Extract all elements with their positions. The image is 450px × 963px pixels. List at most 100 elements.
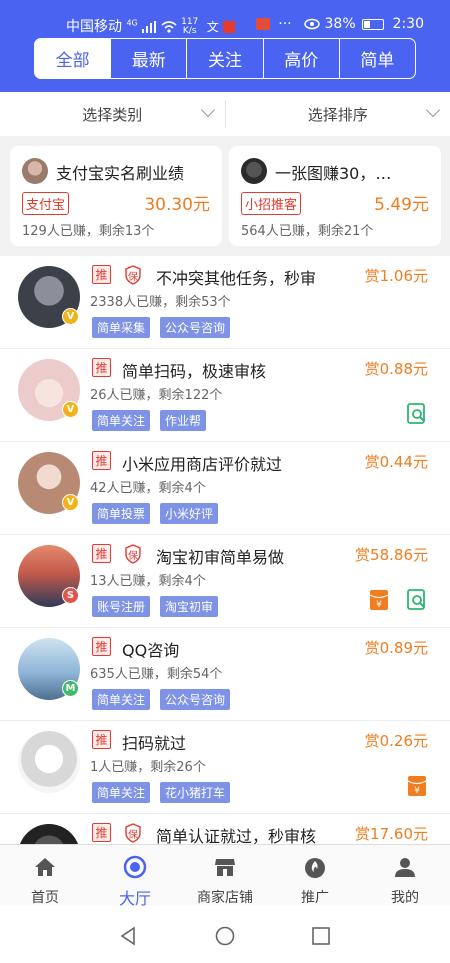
- avatar: [18, 731, 80, 793]
- level-badge: V: [62, 401, 79, 418]
- sort-select-label: 选择排序: [307, 105, 368, 124]
- tab-all[interactable]: 全部: [35, 39, 111, 78]
- store-icon: [215, 859, 235, 876]
- featured-title: 一张图赚30，…: [275, 164, 392, 183]
- nav-mine[interactable]: 我的: [360, 845, 450, 906]
- task-tags: 简单采集 公众号咨询: [92, 317, 231, 338]
- task-row[interactable]: M 推 QQ咨询 赏0.89元 635人已赚，剩余54个 简单关注 公众号咨询: [0, 628, 450, 721]
- recents-square-icon[interactable]: [311, 926, 331, 946]
- featured-meta: 564人已赚，剩余21个: [241, 224, 374, 239]
- filter-bar: 选择类别 选择排序: [0, 92, 450, 136]
- chevron-down-icon: [425, 102, 441, 118]
- task-reward: 赏58.86元: [355, 546, 428, 564]
- category-select[interactable]: 选择类别: [0, 92, 225, 136]
- avatar: [22, 158, 48, 184]
- recommend-badge: 推: [92, 823, 111, 842]
- task-row[interactable]: 推 扫码就过 赏0.26元 1人已赚，剩余26个 简单关注 花小猪打车 ¥: [0, 721, 450, 814]
- notify-icon-b: [223, 21, 236, 33]
- task-tag: 公众号咨询: [160, 317, 231, 338]
- recommend-badge: 推: [92, 544, 111, 563]
- signal-icon: [142, 21, 157, 33]
- nav-hall[interactable]: 大厅: [90, 845, 180, 908]
- task-meta: 42人已赚，剩余4个: [90, 481, 206, 496]
- network-type: 4G: [126, 18, 138, 28]
- recommend-badge: 推: [92, 637, 111, 656]
- nav-label: 我的: [391, 890, 419, 906]
- network-speed: 117 K/s: [181, 17, 199, 36]
- task-tag: 简单关注: [92, 782, 151, 803]
- tab-simple[interactable]: 简单: [338, 39, 415, 78]
- task-meta: 635人已赚，剩余54个: [90, 667, 223, 682]
- recommend-badge: 推: [92, 730, 111, 749]
- nav-label: 推广: [301, 890, 329, 906]
- svg-text:¥: ¥: [414, 786, 420, 796]
- back-triangle-icon[interactable]: [118, 926, 138, 946]
- level-badge: V: [62, 494, 79, 511]
- task-tag: 简单关注: [92, 689, 151, 710]
- task-title: 扫码就过: [122, 734, 187, 753]
- recommend-badge: 推: [92, 358, 111, 377]
- task-tag: 简单关注: [92, 410, 151, 431]
- task-row[interactable]: 推 保 简单认证就过，秒审核 赏17.60元: [0, 814, 450, 844]
- clock: 2:30: [392, 16, 424, 32]
- task-row[interactable]: S 推 保 淘宝初审简单易做 赏58.86元 13人已赚，剩余4个 账号注册 淘…: [0, 535, 450, 628]
- search-document-icon[interactable]: [406, 403, 428, 425]
- task-tags: 简单投票 小米好评: [92, 503, 219, 524]
- guarantee-shield-icon: 保: [124, 544, 142, 564]
- level-badge: V: [62, 308, 79, 325]
- recommend-badge: 推: [92, 451, 111, 470]
- yen-envelope-icon[interactable]: ¥: [368, 589, 390, 611]
- carrier-label: 中国移动: [66, 19, 122, 35]
- task-title: 简单认证就过，秒审核: [156, 827, 317, 844]
- task-row[interactable]: V 推 保 不冲突其他任务，秒审 赏1.06元 2338人已赚，剩余53个 简单…: [0, 256, 450, 349]
- featured-meta: 129人已赚，剩余13个: [22, 224, 155, 239]
- guarantee-label: 保: [128, 272, 138, 283]
- nav-home[interactable]: 首页: [0, 845, 90, 906]
- wifi-icon: [161, 21, 177, 33]
- task-row[interactable]: V 推 简单扫码，极速审核 赏0.88元 26人已赚，剩余122个 简单关注 作…: [0, 349, 450, 442]
- featured-tag: 小招推客: [241, 192, 302, 215]
- nav-promote[interactable]: 推广: [270, 845, 360, 906]
- bottom-nav: 首页 大厅 商家店铺 推广 我的: [0, 844, 450, 908]
- more-notifications: ···: [278, 16, 292, 32]
- task-meta: 1人已赚，剩余26个: [90, 760, 206, 775]
- eye-icon: [304, 18, 320, 30]
- featured-card-2[interactable]: 一张图赚30，… 小招推客 5.49元 564人已赚，剩余21个: [229, 146, 441, 246]
- sort-select[interactable]: 选择排序: [226, 92, 450, 136]
- task-reward: 赏17.60元: [355, 825, 428, 843]
- task-tag: 作业帮: [160, 410, 207, 431]
- guarantee-label: 保: [128, 830, 138, 841]
- level-badge: S: [62, 587, 79, 604]
- battery-percent: 38%: [324, 16, 356, 32]
- nav-merchant-shop[interactable]: 商家店铺: [180, 845, 270, 906]
- task-tag: 简单投票: [92, 503, 151, 524]
- task-title: 简单扫码，极速审核: [122, 362, 267, 381]
- featured-card-1[interactable]: 支付宝实名刷业绩 支付宝 30.30元 129人已赚，剩余13个: [10, 146, 222, 246]
- guarantee-shield-icon: 保: [124, 265, 142, 285]
- level-badge: M: [62, 680, 79, 697]
- guarantee-label: 保: [128, 551, 138, 562]
- search-document-icon[interactable]: [406, 589, 428, 611]
- promote-flame-icon: [305, 858, 325, 878]
- task-tags: 简单关注 公众号咨询: [92, 689, 231, 710]
- task-row[interactable]: V 推 小米应用商店评价就过 赏0.44元 42人已赚，剩余4个 简单投票 小米…: [0, 442, 450, 535]
- featured-tag: 支付宝: [22, 192, 70, 215]
- featured-title: 支付宝实名刷业绩: [56, 164, 185, 183]
- tab-following[interactable]: 关注: [186, 39, 262, 78]
- task-title: 小米应用商店评价就过: [122, 455, 283, 474]
- recommend-badge: 推: [92, 265, 111, 284]
- nav-label: 商家店铺: [197, 890, 253, 906]
- featured-price: 30.30元: [144, 195, 210, 215]
- home-circle-icon[interactable]: [215, 926, 235, 946]
- segmented-tabs: 全部 最新 关注 高价 简单: [34, 38, 416, 79]
- task-tag: 简单采集: [92, 317, 151, 338]
- task-tag: 小米好评: [160, 503, 219, 524]
- task-tags: 账号注册 淘宝初审: [92, 596, 219, 617]
- task-list: V 推 保 不冲突其他任务，秒审 赏1.06元 2338人已赚，剩余53个 简单…: [0, 256, 450, 844]
- yen-envelope-icon[interactable]: ¥: [406, 775, 428, 797]
- task-reward: 赏0.88元: [364, 360, 428, 378]
- tab-high-price[interactable]: 高价: [262, 39, 339, 78]
- category-select-label: 选择类别: [82, 105, 143, 124]
- tab-latest[interactable]: 最新: [110, 39, 186, 78]
- guarantee-shield-icon: 保: [124, 823, 142, 843]
